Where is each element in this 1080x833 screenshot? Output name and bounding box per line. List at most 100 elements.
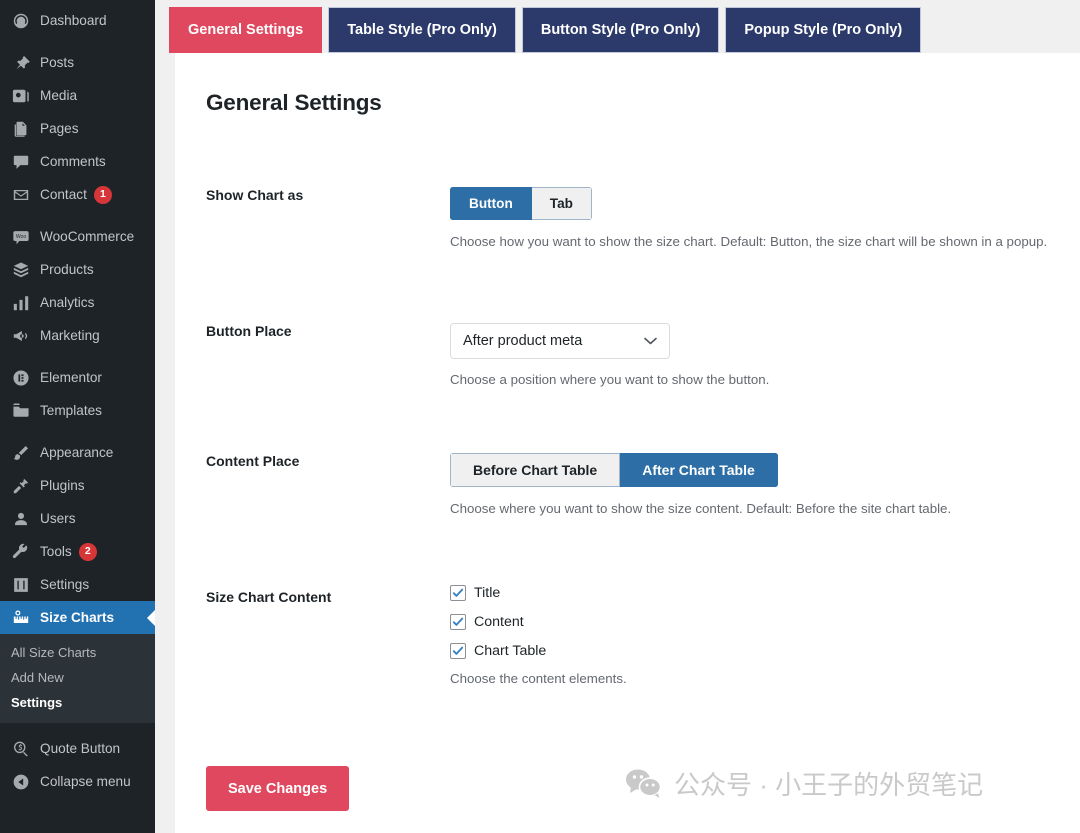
- size-charts-icon: [11, 608, 31, 628]
- tab-0[interactable]: General Settings: [169, 7, 322, 53]
- tab-3[interactable]: Popup Style (Pro Only): [725, 7, 921, 53]
- sidebar-footer-menu: Quote Button Collapse menu: [0, 732, 155, 798]
- field-desc-button-place: Choose a position where you want to show…: [450, 372, 769, 387]
- sidebar-badge-contact: 1: [94, 186, 112, 204]
- pages-icon: [11, 119, 31, 139]
- field-control-show-chart-as: Button Tab Choose how you want to show t…: [450, 187, 1047, 249]
- sidebar-item-products[interactable]: Products: [0, 253, 155, 286]
- checkbox-1[interactable]: [450, 614, 466, 630]
- submenu-item-add-new[interactable]: Add New: [0, 665, 155, 690]
- field-label-show-chart-as: Show Chart as: [206, 187, 411, 203]
- users-icon: [11, 509, 31, 529]
- sidebar-item-appearance[interactable]: Appearance: [0, 436, 155, 469]
- svg-text:Woo: Woo: [16, 233, 26, 239]
- sidebar-item-label: Tools: [40, 545, 72, 559]
- submenu-item-settings[interactable]: Settings: [0, 690, 155, 715]
- admin-sidebar: Dashboard Posts Media Pages Comments Contact 1…: [0, 0, 155, 833]
- sidebar-item-media[interactable]: Media: [0, 79, 155, 112]
- field-desc-show-chart-as: Choose how you want to show the size cha…: [450, 234, 1047, 249]
- sidebar-item-label: Posts: [40, 56, 74, 70]
- sidebar-item-label: WooCommerce: [40, 230, 134, 244]
- sidebar-item-label: Analytics: [40, 296, 94, 310]
- button-place-select[interactable]: After product meta: [450, 323, 670, 359]
- sidebar-item-marketing[interactable]: Marketing: [0, 319, 155, 352]
- sidebar-item-users[interactable]: Users: [0, 502, 155, 535]
- sidebar-item-label: Users: [40, 512, 76, 526]
- button-place-selected-value: After product meta: [463, 333, 582, 349]
- sidebar-item-label: Templates: [40, 404, 102, 418]
- field-desc-content-place: Choose where you want to show the size c…: [450, 501, 951, 516]
- admin-screen: Dashboard Posts Media Pages Comments Contact 1…: [0, 0, 1080, 833]
- sidebar-separator: [0, 427, 155, 436]
- products-icon: [11, 260, 31, 280]
- woocommerce-icon: Woo: [11, 227, 31, 247]
- sidebar-item-templates[interactable]: Templates: [0, 394, 155, 427]
- settings-icon: [11, 575, 31, 595]
- sidebar-item-label: Comments: [40, 155, 106, 169]
- checkbox-label-2: Chart Table: [474, 643, 546, 659]
- sidebar-item-label: Plugins: [40, 479, 85, 493]
- show-chart-as-option-button[interactable]: Button: [450, 187, 532, 220]
- sidebar-item-posts[interactable]: Posts: [0, 46, 155, 79]
- sidebar-item-contact[interactable]: Contact 1: [0, 178, 155, 211]
- checkbox-row-0[interactable]: Title: [450, 585, 627, 601]
- sidebar-item-label: Media: [40, 89, 77, 103]
- sidebar-item-woocommerce[interactable]: Woo WooCommerce: [0, 220, 155, 253]
- sidebar-item-elementor[interactable]: Elementor: [0, 361, 155, 394]
- sidebar-item-comments[interactable]: Comments: [0, 145, 155, 178]
- sidebar-badge-tools: 2: [79, 543, 97, 561]
- sidebar-separator: [0, 352, 155, 361]
- sidebar-item-dashboard[interactable]: Dashboard: [0, 4, 155, 37]
- sidebar-separator: [0, 211, 155, 220]
- sidebar-item-label: Products: [40, 263, 94, 277]
- content-place-toggle[interactable]: Before Chart Table After Chart Table: [450, 453, 778, 487]
- media-icon: [11, 86, 31, 106]
- page-title: General Settings: [206, 90, 382, 116]
- sidebar-item-label: Pages: [40, 122, 79, 136]
- sidebar-item-tools[interactable]: Tools 2: [0, 535, 155, 568]
- field-label-size-chart-content: Size Chart Content: [206, 589, 411, 605]
- sidebar-item-collapse-menu[interactable]: Collapse menu: [0, 765, 155, 798]
- show-chart-as-option-tab[interactable]: Tab: [532, 187, 592, 220]
- pin-icon: [11, 53, 31, 73]
- field-control-content-place: Before Chart Table After Chart Table Cho…: [450, 453, 951, 516]
- sidebar-item-plugins[interactable]: Plugins: [0, 469, 155, 502]
- wrench-icon: [11, 542, 31, 562]
- sidebar-item-analytics[interactable]: Analytics: [0, 286, 155, 319]
- sidebar-item-pages[interactable]: Pages: [0, 112, 155, 145]
- main-area: General SettingsTable Style (Pro Only)Bu…: [155, 0, 1080, 833]
- mail-icon: [11, 185, 31, 205]
- content-place-option-before[interactable]: Before Chart Table: [450, 453, 620, 487]
- sidebar-submenu: All Size ChartsAdd NewSettings: [0, 634, 155, 723]
- submenu-item-all-size-charts[interactable]: All Size Charts: [0, 640, 155, 665]
- field-desc-size-chart-content: Choose the content elements.: [450, 671, 627, 686]
- comments-icon: [11, 152, 31, 172]
- sidebar-item-size-charts[interactable]: Size Charts: [0, 601, 155, 634]
- sidebar-menu-groups: Dashboard Posts Media Pages Comments Contact 1…: [0, 4, 155, 634]
- show-chart-as-toggle[interactable]: Button Tab: [450, 187, 592, 220]
- field-control-button-place: After product meta Choose a position whe…: [450, 323, 769, 387]
- tab-1[interactable]: Table Style (Pro Only): [328, 7, 516, 53]
- checkbox-row-1[interactable]: Content: [450, 614, 627, 630]
- quote-button-icon: [11, 739, 31, 759]
- sidebar-item-label: Dashboard: [40, 14, 107, 28]
- save-changes-button[interactable]: Save Changes: [206, 766, 349, 811]
- checkbox-0[interactable]: [450, 585, 466, 601]
- checkbox-row-2[interactable]: Chart Table: [450, 643, 627, 659]
- collapse-icon: [11, 772, 31, 792]
- sidebar-item-label: Collapse menu: [40, 775, 131, 789]
- field-control-size-chart-content: Title Content Chart Table Choose the conte…: [450, 585, 627, 686]
- sidebar-item-label: Settings: [40, 578, 89, 592]
- tab-2[interactable]: Button Style (Pro Only): [522, 7, 720, 53]
- chevron-down-icon: [644, 333, 657, 349]
- sidebar-item-label: Marketing: [40, 329, 100, 343]
- sidebar-item-label: Contact: [40, 188, 87, 202]
- content-place-option-after[interactable]: After Chart Table: [620, 453, 778, 487]
- sidebar-item-quote-button[interactable]: Quote Button: [0, 732, 155, 765]
- sidebar-item-settings[interactable]: Settings: [0, 568, 155, 601]
- checkbox-2[interactable]: [450, 643, 466, 659]
- dashboard-icon: [11, 11, 31, 31]
- sidebar-item-label: Elementor: [40, 371, 102, 385]
- elementor-icon: [11, 368, 31, 388]
- sidebar-separator: [0, 37, 155, 46]
